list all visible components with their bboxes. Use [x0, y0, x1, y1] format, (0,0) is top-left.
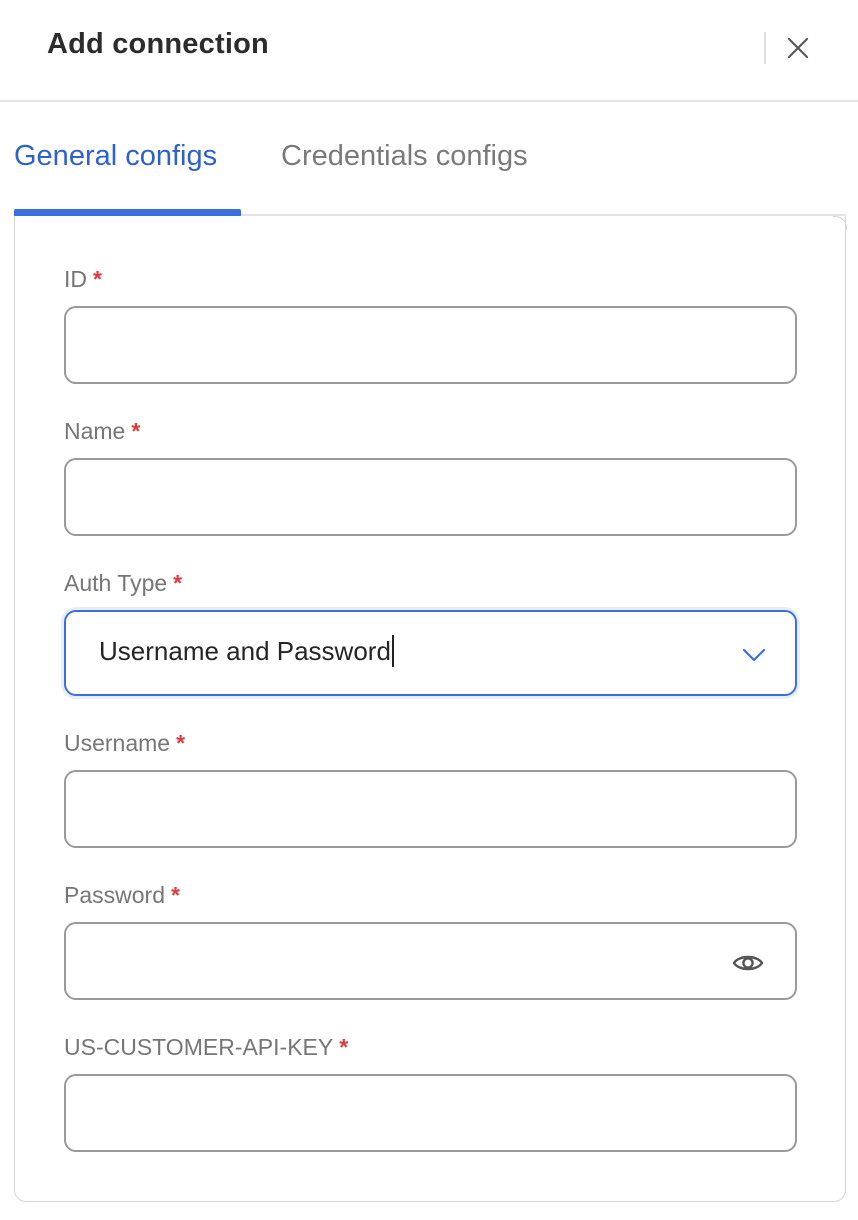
password-input[interactable] — [64, 922, 797, 1000]
required-indicator: * — [339, 1034, 349, 1060]
auth-type-label-text: Auth Type — [64, 570, 168, 596]
api-key-input[interactable] — [64, 1074, 797, 1152]
password-label: Password * — [64, 882, 180, 909]
api-key-label-text: US-CUSTOMER-API-KEY — [64, 1034, 334, 1060]
name-label-text: Name — [64, 418, 126, 444]
username-label-text: Username — [64, 730, 171, 756]
tab-credentials-configs[interactable]: Credentials configs — [281, 140, 528, 173]
required-indicator: * — [93, 266, 102, 292]
id-input[interactable] — [64, 306, 797, 384]
password-label-text: Password — [64, 882, 165, 908]
dialog-header: Add connection — [0, 0, 858, 102]
tab-general-configs[interactable]: General configs — [14, 140, 217, 173]
id-label: ID * — [64, 266, 102, 293]
text-cursor — [391, 635, 394, 668]
required-indicator: * — [173, 570, 183, 596]
header-divider — [764, 32, 766, 64]
name-label: Name * — [64, 418, 140, 445]
panel-corner — [832, 216, 847, 230]
dialog-title: Add connection — [47, 28, 269, 60]
id-label-text: ID — [64, 266, 87, 292]
general-configs-panel: ID * Name * Auth Type * Username and Passwo… — [14, 216, 847, 1202]
close-icon — [787, 37, 809, 59]
active-tab-indicator — [14, 209, 241, 216]
chevron-down-icon — [742, 648, 766, 662]
required-indicator: * — [131, 418, 141, 444]
tab-bar: General configs Credentials configs — [14, 118, 846, 216]
auth-type-select[interactable]: Username and Password — [64, 610, 797, 696]
required-indicator: * — [176, 730, 186, 756]
close-button[interactable] — [780, 30, 816, 66]
eye-icon[interactable] — [731, 946, 765, 980]
auth-type-label: Auth Type * — [64, 570, 182, 597]
auth-type-value-text: Username and Password — [99, 636, 391, 666]
required-indicator: * — [170, 882, 180, 908]
username-label: Username * — [64, 730, 185, 757]
auth-type-selected-value: Username and Password — [99, 635, 394, 669]
username-input[interactable] — [64, 770, 797, 848]
name-input[interactable] — [64, 458, 797, 536]
api-key-label: US-CUSTOMER-API-KEY * — [64, 1034, 348, 1061]
